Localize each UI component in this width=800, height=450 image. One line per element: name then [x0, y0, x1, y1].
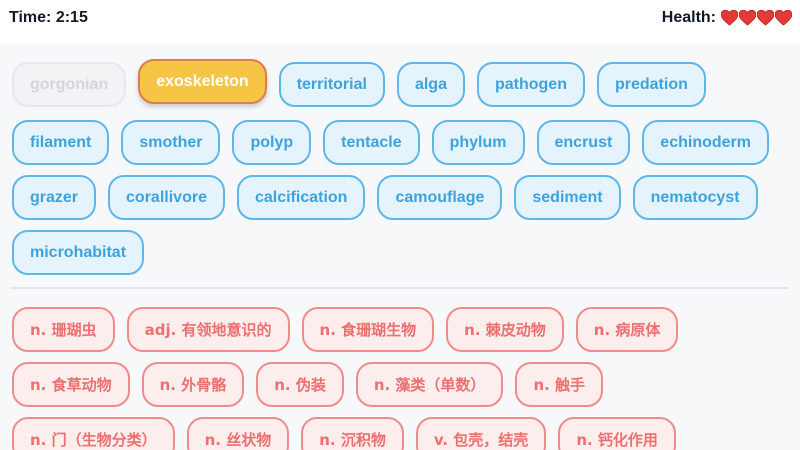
- chinese-definition-chip[interactable]: n. 棘皮动物: [446, 307, 564, 352]
- chinese-definition-chip[interactable]: n. 外骨骼: [141, 362, 245, 407]
- english-word-chip[interactable]: tentacle: [323, 120, 420, 165]
- chinese-definition-chip[interactable]: v. 包壳，结壳: [415, 417, 547, 450]
- health-display: Health:: [662, 9, 792, 27]
- english-word-chip[interactable]: pathogen: [476, 62, 585, 107]
- chinese-definition-chip[interactable]: n. 病原体: [575, 307, 679, 352]
- english-word-chip[interactable]: polyp: [232, 120, 312, 165]
- english-word-chip[interactable]: filament: [12, 120, 110, 165]
- chinese-definition-row: n. 珊瑚虫 adj. 有领地意识的 n. 食珊瑚生物 n. 棘皮动物 n. 病原体: [12, 307, 690, 352]
- chinese-definition-chip[interactable]: n. 食草动物: [12, 362, 130, 407]
- chinese-definition-chip[interactable]: n. 触手: [515, 362, 604, 407]
- timer-label: Time: 2:15: [9, 9, 88, 26]
- chinese-definition-chip[interactable]: n. 伪装: [256, 362, 344, 407]
- english-word-row: filament smother polyp tentacle phylum encrus…: [12, 120, 781, 165]
- heart-icon: [739, 10, 756, 26]
- section-divider: [10, 287, 788, 289]
- english-word-chip[interactable]: smother: [121, 120, 221, 165]
- english-word-row: grazer corallivore calcification camouflage…: [12, 175, 770, 220]
- chinese-definition-chip[interactable]: adj. 有领地意识的: [126, 307, 290, 352]
- chinese-definition-chip[interactable]: n. 珊瑚虫: [12, 307, 115, 352]
- english-word-chip[interactable]: alga: [396, 62, 465, 107]
- english-word-chip[interactable]: phylum: [431, 120, 525, 165]
- chinese-definition-chip[interactable]: n. 食珊瑚生物: [301, 307, 435, 352]
- english-word-chip[interactable]: encrust: [536, 120, 631, 165]
- english-word-row: gorgonian exoskeleton territorial alga patho…: [12, 59, 718, 107]
- chinese-definition-row: n. 食草动物 n. 外骨骼 n. 伪装 n. 藻类（单数） n. 触手: [12, 362, 615, 407]
- english-word-chip[interactable]: calcification: [236, 175, 366, 220]
- chinese-definition-chip[interactable]: n. 藻类（单数）: [355, 362, 504, 407]
- english-word-chip[interactable]: echinoderm: [642, 120, 769, 165]
- english-word-chip: gorgonian: [12, 62, 127, 107]
- heart-icon: [721, 10, 738, 26]
- chinese-definition-chip[interactable]: n. 门（生物分类）: [12, 417, 175, 450]
- english-word-chip[interactable]: camouflage: [377, 175, 503, 220]
- chinese-definition-chip[interactable]: n. 丝状物: [186, 417, 290, 450]
- english-word-chip[interactable]: territorial: [278, 62, 385, 107]
- status-bar: Time: 2:15 Health:: [0, 0, 800, 40]
- english-word-chip[interactable]: sediment: [514, 175, 621, 220]
- game-board: gorgonian exoskeleton territorial alga patho…: [0, 44, 800, 450]
- chinese-definition-row: n. 门（生物分类） n. 丝状物 n. 沉积物 v. 包壳，结壳 n. 钙化作用: [12, 417, 688, 450]
- english-word-chip[interactable]: grazer: [12, 175, 97, 220]
- english-word-chip[interactable]: microhabitat: [12, 230, 145, 275]
- chinese-definition-chip[interactable]: n. 钙化作用: [558, 417, 676, 450]
- english-word-row: microhabitat: [12, 230, 156, 275]
- english-word-chip[interactable]: exoskeleton: [138, 59, 267, 104]
- english-word-chip[interactable]: predation: [596, 62, 706, 107]
- heart-icon: [775, 10, 792, 26]
- english-word-chip[interactable]: corallivore: [108, 175, 225, 220]
- health-label: Health:: [661, 9, 716, 26]
- hearts-container: [720, 10, 792, 26]
- chinese-definition-chip[interactable]: n. 沉积物: [301, 417, 404, 450]
- heart-icon: [757, 10, 774, 26]
- english-word-chip[interactable]: nematocyst: [632, 175, 758, 220]
